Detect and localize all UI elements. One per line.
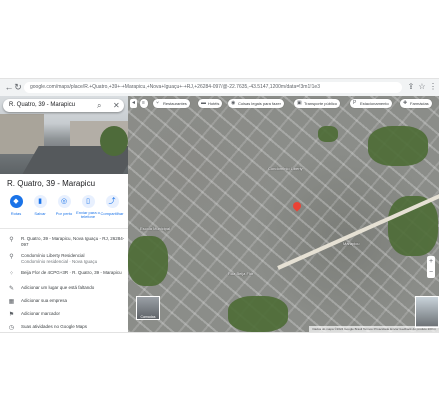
chip-restaurants[interactable]: ⑂ Restaurantes	[153, 99, 190, 108]
share-label: Compartilhar	[100, 211, 124, 216]
layers-button[interactable]: Camadas	[136, 296, 160, 320]
send-to-phone-button[interactable]: ▯ Enviar para o telefone	[76, 195, 100, 219]
close-icon[interactable]: ✕	[113, 99, 120, 112]
bookmark-icon: ▮	[33, 195, 47, 208]
chip-transit[interactable]: ▣ Transporte público	[294, 99, 340, 108]
grid-icon: ⁘	[8, 271, 15, 277]
search-input[interactable]: R. Quatro, 39 - Marapicu	[9, 99, 75, 112]
tag-icon: ⚑	[8, 312, 15, 318]
pin-icon: ⚲	[9, 237, 14, 243]
nearby-icon: ◎	[57, 195, 71, 208]
bus-icon: ▣	[297, 100, 302, 106]
chip-menu-icon[interactable]: ≡	[140, 99, 148, 108]
directions-label: Rotas	[10, 211, 22, 216]
place-panel: R. Quatro, 39 - Marapicu ⌕ ✕ R. Quatro, …	[0, 96, 129, 332]
zoom-controls[interactable]: + −	[427, 256, 435, 278]
chip-hotels[interactable]: ▬ Hotéis	[198, 99, 223, 108]
chip-things-to-do[interactable]: ◉ Coisas legais para fazer	[228, 99, 284, 108]
nearby-button[interactable]: ◎ Por perto	[52, 195, 76, 216]
location-pin-icon[interactable]	[291, 200, 303, 212]
divider	[0, 228, 128, 229]
condominium-type: Condomínio residencial · Nova Iguaçu	[21, 258, 98, 264]
star-icon[interactable]: ☆	[417, 82, 427, 92]
parking-icon: P	[353, 100, 357, 106]
place-title: R. Quatro, 39 - Marapicu	[7, 179, 96, 188]
directions-icon: ◆	[9, 195, 23, 208]
nearby-label: Por perto	[55, 211, 73, 216]
action-buttons: ◆ Rotas ▮ Salvar ◎ Por perto ▯ Enviar pa…	[4, 195, 124, 225]
history-icon: ◷	[8, 325, 15, 331]
collapse-panel-icon[interactable]: ◂	[130, 99, 137, 108]
map-label[interactable]: Marapicu	[343, 241, 359, 246]
fork-icon: ⑂	[156, 100, 160, 106]
chip-pharmacies[interactable]: ✚ Farmácias	[400, 99, 432, 108]
map-label[interactable]: Condomínio Liberty	[268, 166, 303, 171]
send-to-phone-label: Enviar para o telefone	[76, 210, 100, 219]
share-icon: ⤴	[105, 195, 119, 208]
address-field[interactable]: google.com/maps/place/R.+Quatro,+39+-+Ma…	[24, 82, 402, 93]
save-button[interactable]: ▮ Salvar	[28, 195, 52, 216]
search-box[interactable]: R. Quatro, 39 - Marapicu ⌕ ✕	[3, 99, 124, 112]
add-place-icon: ✎	[8, 286, 15, 292]
browser-window: ← ↻ google.com/maps/place/R.+Quatro,+39+…	[0, 78, 439, 333]
chip-parking[interactable]: P Estacionamento	[350, 99, 392, 108]
category-chips: ◂ ≡ ⑂ Restaurantes ▬ Hotéis ◉ Coisas legais…	[128, 96, 439, 110]
url-bar: ← ↻ google.com/maps/place/R.+Quatro,+39+…	[0, 79, 439, 97]
satellite-map[interactable]: ◂ ≡ ⑂ Restaurantes ▬ Hotéis ◉ Coisas legais…	[128, 96, 439, 332]
share-icon[interactable]: ⇪	[406, 82, 416, 92]
business-icon: ▦	[8, 299, 15, 305]
phone-icon: ▯	[81, 195, 95, 208]
map-footer: Dados do mapa ©2024 Google Brasil Termos…	[309, 326, 439, 332]
camera-icon: ◉	[231, 100, 236, 106]
reload-icon[interactable]: ↻	[13, 82, 23, 92]
menu-icon[interactable]: ⋮	[428, 82, 438, 92]
street-view-thumbnail[interactable]	[415, 296, 439, 328]
pill-icon: ✚	[403, 100, 408, 106]
map-label[interactable]: Escola Municipal	[140, 226, 170, 231]
bed-icon: ▬	[201, 100, 206, 106]
map-label[interactable]: Rua Beija Flor	[228, 271, 253, 276]
share-button[interactable]: ⤴ Compartilhar	[100, 195, 124, 216]
search-icon[interactable]: ⌕	[97, 99, 101, 112]
pin-icon: ⚲	[9, 254, 14, 260]
condominium-name: Condomínio Liberty Residencial	[21, 253, 85, 258]
directions-button[interactable]: ◆ Rotas	[4, 195, 28, 216]
save-label: Salvar	[34, 211, 46, 216]
